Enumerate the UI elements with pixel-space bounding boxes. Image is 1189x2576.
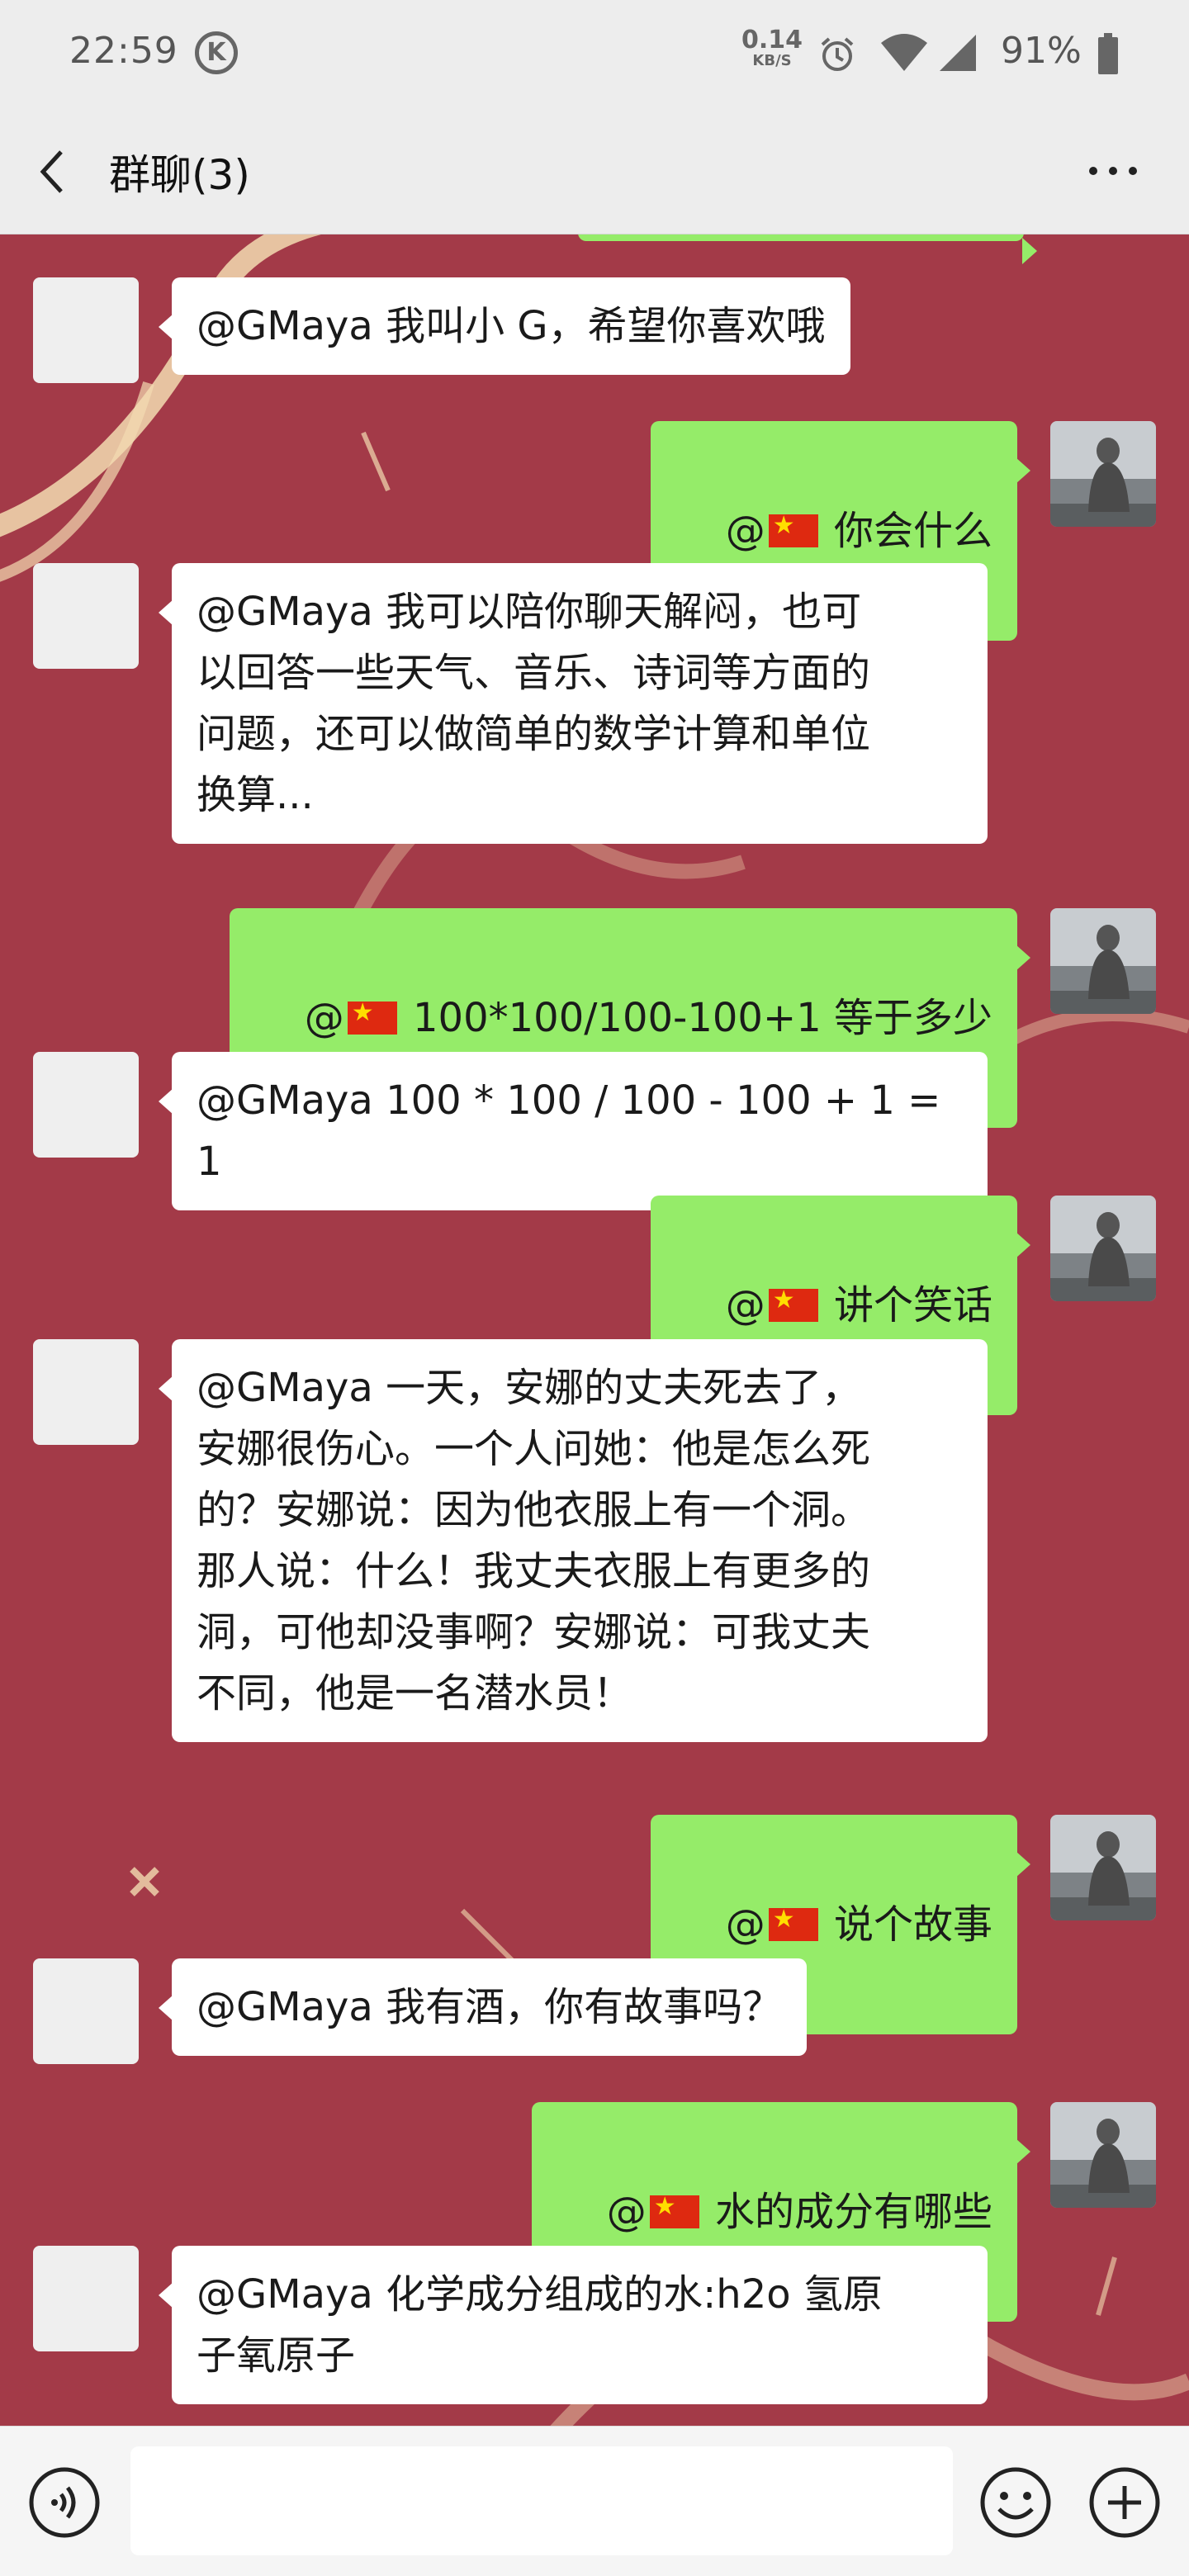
- signal-icon: [940, 35, 976, 71]
- user-avatar-image: [1050, 2102, 1156, 2208]
- plus-icon[interactable]: [1088, 2466, 1161, 2539]
- mention-prefix: @: [725, 508, 765, 554]
- message-bubble-left[interactable]: @GMaya 100 * 100 / 100 - 100 + 1 = 1: [159, 1052, 988, 1210]
- avatar[interactable]: [1050, 1196, 1156, 1301]
- user-avatar-image: [1050, 421, 1156, 527]
- k-app-icon: K: [195, 31, 238, 74]
- message-text: 100*100/100-100+1 等于多少: [400, 995, 992, 1041]
- message-bubble-left[interactable]: @GMaya 我叫小 G，希望你喜欢哦: [159, 277, 850, 375]
- alarm-icon: [821, 37, 854, 71]
- wifi-icon: [881, 34, 927, 71]
- input-bar: [0, 2426, 1189, 2576]
- mention-prefix: @: [725, 1901, 765, 1948]
- message-text: 讲个笑话: [821, 1282, 992, 1328]
- chat-header: 群聊(3): [0, 107, 1189, 234]
- user-avatar-image: [1050, 1196, 1156, 1301]
- user-avatar-image: [1050, 1815, 1156, 1920]
- user-avatar-image: [1050, 908, 1156, 1014]
- chevron-left-icon[interactable]: [36, 147, 69, 197]
- emoji-icon[interactable]: [979, 2466, 1052, 2539]
- avatar[interactable]: [33, 1958, 139, 2064]
- message-bubble-left[interactable]: @GMaya 一天，安娜的丈夫死去了， 安娜很伤心。一个人问她：他是怎么死 的？…: [159, 1339, 988, 1742]
- status-bar: 22:59 K 0.14 KB/S 91%: [0, 0, 1189, 107]
- china-flag-icon: [768, 1284, 818, 1322]
- message-text: 说个故事: [821, 1901, 992, 1948]
- avatar[interactable]: [1050, 908, 1156, 1014]
- message-bubble-left[interactable]: @GMaya 我有酒，你有故事吗？: [158, 1958, 808, 2056]
- mention-prefix: @: [304, 995, 344, 1041]
- voice-icon[interactable]: [28, 2466, 101, 2539]
- message-input[interactable]: [130, 2446, 953, 2555]
- avatar[interactable]: [1050, 1815, 1156, 1920]
- avatar[interactable]: [33, 277, 139, 383]
- china-flag-icon: [347, 997, 397, 1035]
- mention-prefix: @: [725, 1282, 765, 1328]
- message-text: 水的成分有哪些: [702, 2189, 992, 2235]
- message-bubble-left[interactable]: @GMaya 我可以陪你聊天解闷，也可 以回答一些天气、音乐、诗词等方面的 问题…: [159, 563, 988, 844]
- avatar[interactable]: [33, 563, 139, 669]
- network-speed-value: 0.14: [741, 26, 803, 54]
- more-dots-icon[interactable]: [1087, 159, 1139, 183]
- mention-prefix: @: [606, 2189, 647, 2235]
- avatar[interactable]: [1050, 2102, 1156, 2208]
- partial-message-bubble: [578, 234, 1037, 264]
- china-flag-icon: [768, 509, 818, 547]
- message-bubble-left[interactable]: @GMaya 化学成分组成的水:h2o 氢原 子氧原子: [159, 2246, 988, 2404]
- avatar[interactable]: [1050, 421, 1156, 527]
- network-speed: 0.14 KB/S: [741, 28, 803, 69]
- message-list[interactable]: @GMaya 我叫小 G，希望你喜欢哦 @ 你会什么 @GMaya 我可以陪你聊…: [0, 234, 1189, 2426]
- status-time: 22:59: [69, 30, 178, 72]
- china-flag-icon: [768, 1903, 818, 1941]
- avatar[interactable]: [33, 1052, 139, 1158]
- china-flag-icon: [649, 2190, 699, 2228]
- page-title: 群聊(3): [109, 151, 250, 199]
- battery-percent: 91%: [1001, 30, 1082, 72]
- battery-icon: [1098, 33, 1118, 74]
- network-speed-unit: KB/S: [752, 52, 792, 69]
- message-text: 你会什么: [821, 508, 992, 554]
- avatar[interactable]: [33, 1339, 139, 1445]
- avatar[interactable]: [33, 2246, 139, 2351]
